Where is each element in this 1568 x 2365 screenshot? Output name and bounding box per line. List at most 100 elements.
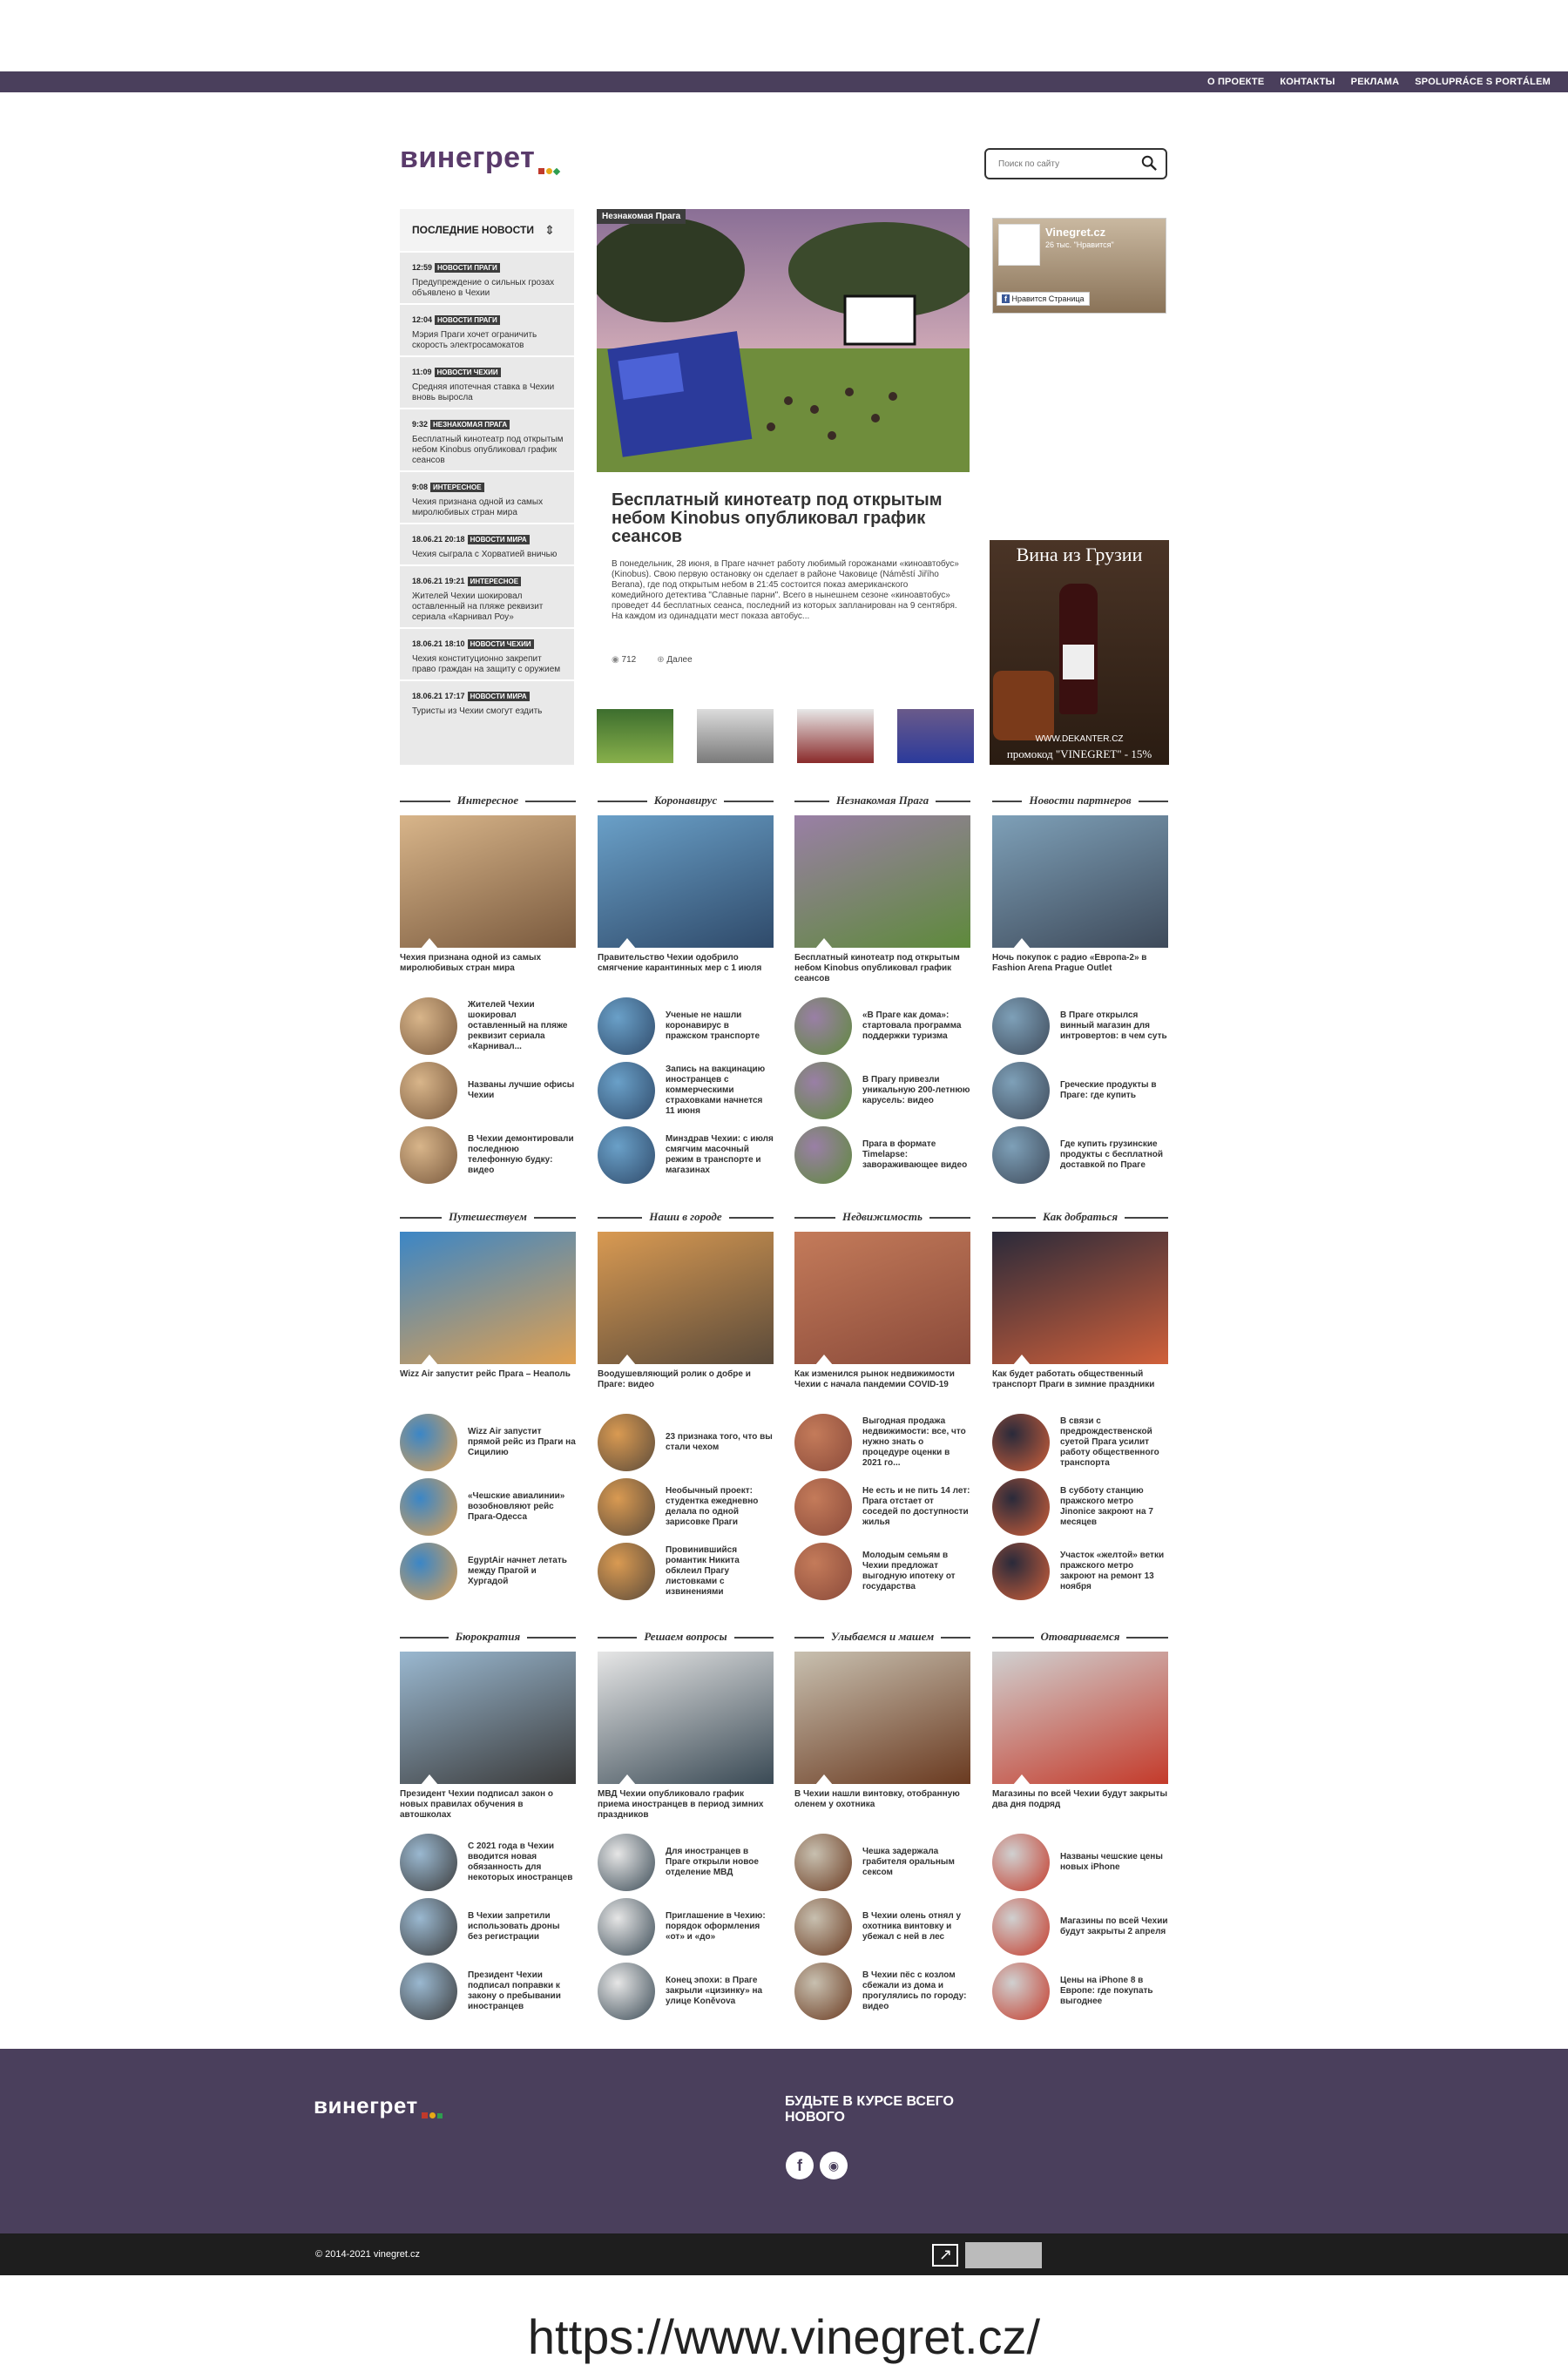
sub-title[interactable]: 23 признака того, что вы стали чехом: [666, 1432, 774, 1453]
section-sub-item[interactable]: В Чехии запретили использовать дроны без…: [400, 1897, 576, 1956]
section-main-title[interactable]: Чехия признана одной из самых миролюбивы…: [400, 953, 576, 991]
sub-thumbnail[interactable]: [400, 997, 457, 1055]
sub-title[interactable]: Выгодная продажа недвижимости: все, что …: [862, 1416, 970, 1469]
section-title[interactable]: Решаем вопросы: [637, 1630, 734, 1643]
feed-title[interactable]: Бесплатный кинотеатр под открытым небом …: [412, 435, 565, 466]
sub-thumbnail[interactable]: [598, 1834, 655, 1891]
section-title[interactable]: Путешествуем: [442, 1210, 534, 1223]
section-sub-item[interactable]: Wizz Air запустит прямой рейс из Праги н…: [400, 1413, 576, 1472]
sub-thumbnail[interactable]: [992, 1414, 1050, 1471]
sub-title[interactable]: Чешка задержала грабителя оральным сексо…: [862, 1847, 970, 1878]
section-sub-item[interactable]: Чешка задержала грабителя оральным сексо…: [794, 1833, 970, 1892]
sub-title[interactable]: С 2021 года в Чехии вводится новая обяза…: [468, 1841, 576, 1883]
footer-logo[interactable]: винегрет: [314, 2092, 444, 2125]
sub-title[interactable]: В Чехии олень отнял у охотника винтовку …: [862, 1911, 970, 1943]
wine-ad[interactable]: Вина из Грузии WWW.DEKANTER.CZ промокод …: [990, 540, 1169, 765]
sub-title[interactable]: Участок «желтой» ветки пражского метро з…: [1060, 1551, 1168, 1592]
section-sub-item[interactable]: Для иностранцев в Праге открыли новое от…: [598, 1833, 774, 1892]
feed-item[interactable]: 18.06.21 17:17 НОВОСТИ МИРА Туристы из Чех…: [400, 679, 574, 721]
sub-thumbnail[interactable]: [400, 1834, 457, 1891]
sub-thumbnail[interactable]: [400, 1898, 457, 1956]
section-title[interactable]: Коронавирус: [646, 794, 725, 807]
section-sub-item[interactable]: Где купить грузинские продукты с бесплат…: [992, 1125, 1168, 1185]
nav-cooperation[interactable]: SPOLUPRÁCE S PORTÁLEM: [1415, 77, 1551, 87]
section-sub-item[interactable]: В субботу станцию пражского метро Jinoni…: [992, 1477, 1168, 1537]
sub-title[interactable]: В субботу станцию пражского метро Jinoni…: [1060, 1486, 1168, 1528]
section-sub-item[interactable]: Участок «желтой» ветки пражского метро з…: [992, 1542, 1168, 1601]
section-main-image[interactable]: [992, 1232, 1168, 1364]
sub-thumbnail[interactable]: [598, 1898, 655, 1956]
section-sub-item[interactable]: В связи с предрождественской суетой Праг…: [992, 1413, 1168, 1472]
sub-thumbnail[interactable]: [598, 1414, 655, 1471]
sub-thumbnail[interactable]: [400, 1963, 457, 2020]
section-title[interactable]: Недвижимость: [835, 1210, 929, 1223]
sub-title[interactable]: В Чехии демонтировали последнюю телефонн…: [468, 1134, 576, 1176]
scroll-arrows-icon[interactable]: ⇕: [544, 223, 555, 238]
hero-title[interactable]: Бесплатный кинотеатр под открытым небом …: [612, 491, 960, 546]
feed-title[interactable]: Чехия сыграла с Хорватией вничью: [412, 550, 565, 560]
section-main-image[interactable]: [400, 815, 576, 948]
section-main-image[interactable]: [598, 1652, 774, 1784]
sub-thumbnail[interactable]: [598, 1543, 655, 1600]
facebook-icon[interactable]: f: [786, 2152, 814, 2179]
section-sub-item[interactable]: Не есть и не пить 14 лет: Прага отстает …: [794, 1477, 970, 1537]
sub-title[interactable]: «Чешские авиалинии» возобновляют рейс Пр…: [468, 1491, 576, 1523]
sub-title[interactable]: Где купить грузинские продукты с бесплат…: [1060, 1139, 1168, 1171]
sub-thumbnail[interactable]: [400, 1126, 457, 1184]
sub-thumbnail[interactable]: [400, 1478, 457, 1536]
sub-thumbnail[interactable]: [794, 1414, 852, 1471]
sub-title[interactable]: В связи с предрождественской суетой Праг…: [1060, 1416, 1168, 1469]
sub-title[interactable]: Магазины по всей Чехии будут закрыты 2 а…: [1060, 1916, 1168, 1937]
hero-image[interactable]: [597, 209, 970, 472]
counter-badge-icon[interactable]: [965, 2242, 1042, 2268]
section-main-title[interactable]: Бесплатный кинотеатр под открытым небом …: [794, 953, 970, 991]
feed-tag[interactable]: ИНТЕРЕСНОЕ: [430, 483, 484, 492]
feed-tag[interactable]: НОВОСТИ ПРАГИ: [435, 263, 500, 273]
section-main-title[interactable]: Президент Чехии подписал закон о новых п…: [400, 1789, 576, 1828]
section-main-image[interactable]: [794, 1652, 970, 1784]
section-title[interactable]: Новости партнеров: [1022, 794, 1139, 807]
section-main-image[interactable]: [992, 815, 1168, 948]
feed-title[interactable]: Жителей Чехии шокировал оставленный на п…: [412, 591, 565, 623]
section-sub-item[interactable]: Минздрав Чехии: с июля смягчим масочный …: [598, 1125, 774, 1185]
section-main-image[interactable]: [794, 815, 970, 948]
feed-item[interactable]: 18.06.21 20:18 НОВОСТИ МИРА Чехия сыграла …: [400, 523, 574, 564]
sub-title[interactable]: Президент Чехии подписал поправки к зако…: [468, 1970, 576, 2012]
feed-tag[interactable]: НОВОСТИ МИРА: [467, 535, 530, 544]
sub-title[interactable]: Цены на iPhone 8 в Европе: где покупать …: [1060, 1976, 1168, 2007]
sub-title[interactable]: Конец эпохи: в Праге закрыли «цизинку» н…: [666, 1976, 774, 2007]
thumbnail[interactable]: [797, 709, 874, 763]
sub-title[interactable]: Молодым семьям в Чехии предложат выгодну…: [862, 1551, 970, 1592]
feed-item[interactable]: 18.06.21 18:10 НОВОСТИ ЧЕХИИ Чехия констит…: [400, 627, 574, 679]
sub-title[interactable]: Не есть и не пить 14 лет: Прага отстает …: [862, 1486, 970, 1528]
thumbnail[interactable]: [597, 709, 673, 763]
sub-thumbnail[interactable]: [794, 1898, 852, 1956]
sub-thumbnail[interactable]: [794, 1478, 852, 1536]
section-sub-item[interactable]: В Прагу привезли уникальную 200-летнюю к…: [794, 1061, 970, 1120]
section-sub-item[interactable]: Названы лучшие офисы Чехии: [400, 1061, 576, 1120]
read-more-link[interactable]: ⊕ Далее: [657, 655, 692, 665]
sub-thumbnail[interactable]: [598, 997, 655, 1055]
sub-thumbnail[interactable]: [400, 1414, 457, 1471]
section-sub-item[interactable]: Греческие продукты в Праге: где купить: [992, 1061, 1168, 1120]
section-sub-item[interactable]: С 2021 года в Чехии вводится новая обяза…: [400, 1833, 576, 1892]
section-sub-item[interactable]: «Чешские авиалинии» возобновляют рейс Пр…: [400, 1477, 576, 1537]
hero-tag[interactable]: Незнакомая Прага: [597, 209, 686, 224]
feed-item[interactable]: 11:09 НОВОСТИ ЧЕХИИ Средняя ипотечная став…: [400, 355, 574, 408]
external-link-icon[interactable]: ↗: [932, 2244, 958, 2267]
sub-thumbnail[interactable]: [794, 1543, 852, 1600]
feed-title[interactable]: Предупреждение о сильных грозах объявлен…: [412, 278, 565, 299]
sub-title[interactable]: Жителей Чехии шокировал оставленный на п…: [468, 1000, 576, 1052]
section-sub-item[interactable]: 23 признака того, что вы стали чехом: [598, 1413, 774, 1472]
section-main-title[interactable]: Wizz Air запустит рейс Прага – Неаполь: [400, 1369, 576, 1408]
section-sub-item[interactable]: В Чехии демонтировали последнюю телефонн…: [400, 1125, 576, 1185]
sub-thumbnail[interactable]: [992, 1963, 1050, 2020]
sub-thumbnail[interactable]: [794, 1834, 852, 1891]
section-sub-item[interactable]: Молодым семьям в Чехии предложат выгодну…: [794, 1542, 970, 1601]
section-main-title[interactable]: Как будет работать общественный транспор…: [992, 1369, 1168, 1408]
feed-tag[interactable]: ИНТЕРЕСНОЕ: [467, 577, 522, 586]
sub-thumbnail[interactable]: [794, 1126, 852, 1184]
feed-title[interactable]: Чехия признана одной из самых миролюбивы…: [412, 497, 565, 518]
sub-thumbnail[interactable]: [400, 1062, 457, 1119]
section-sub-item[interactable]: Провинившийся романтик Никита обклеил Пр…: [598, 1542, 774, 1601]
